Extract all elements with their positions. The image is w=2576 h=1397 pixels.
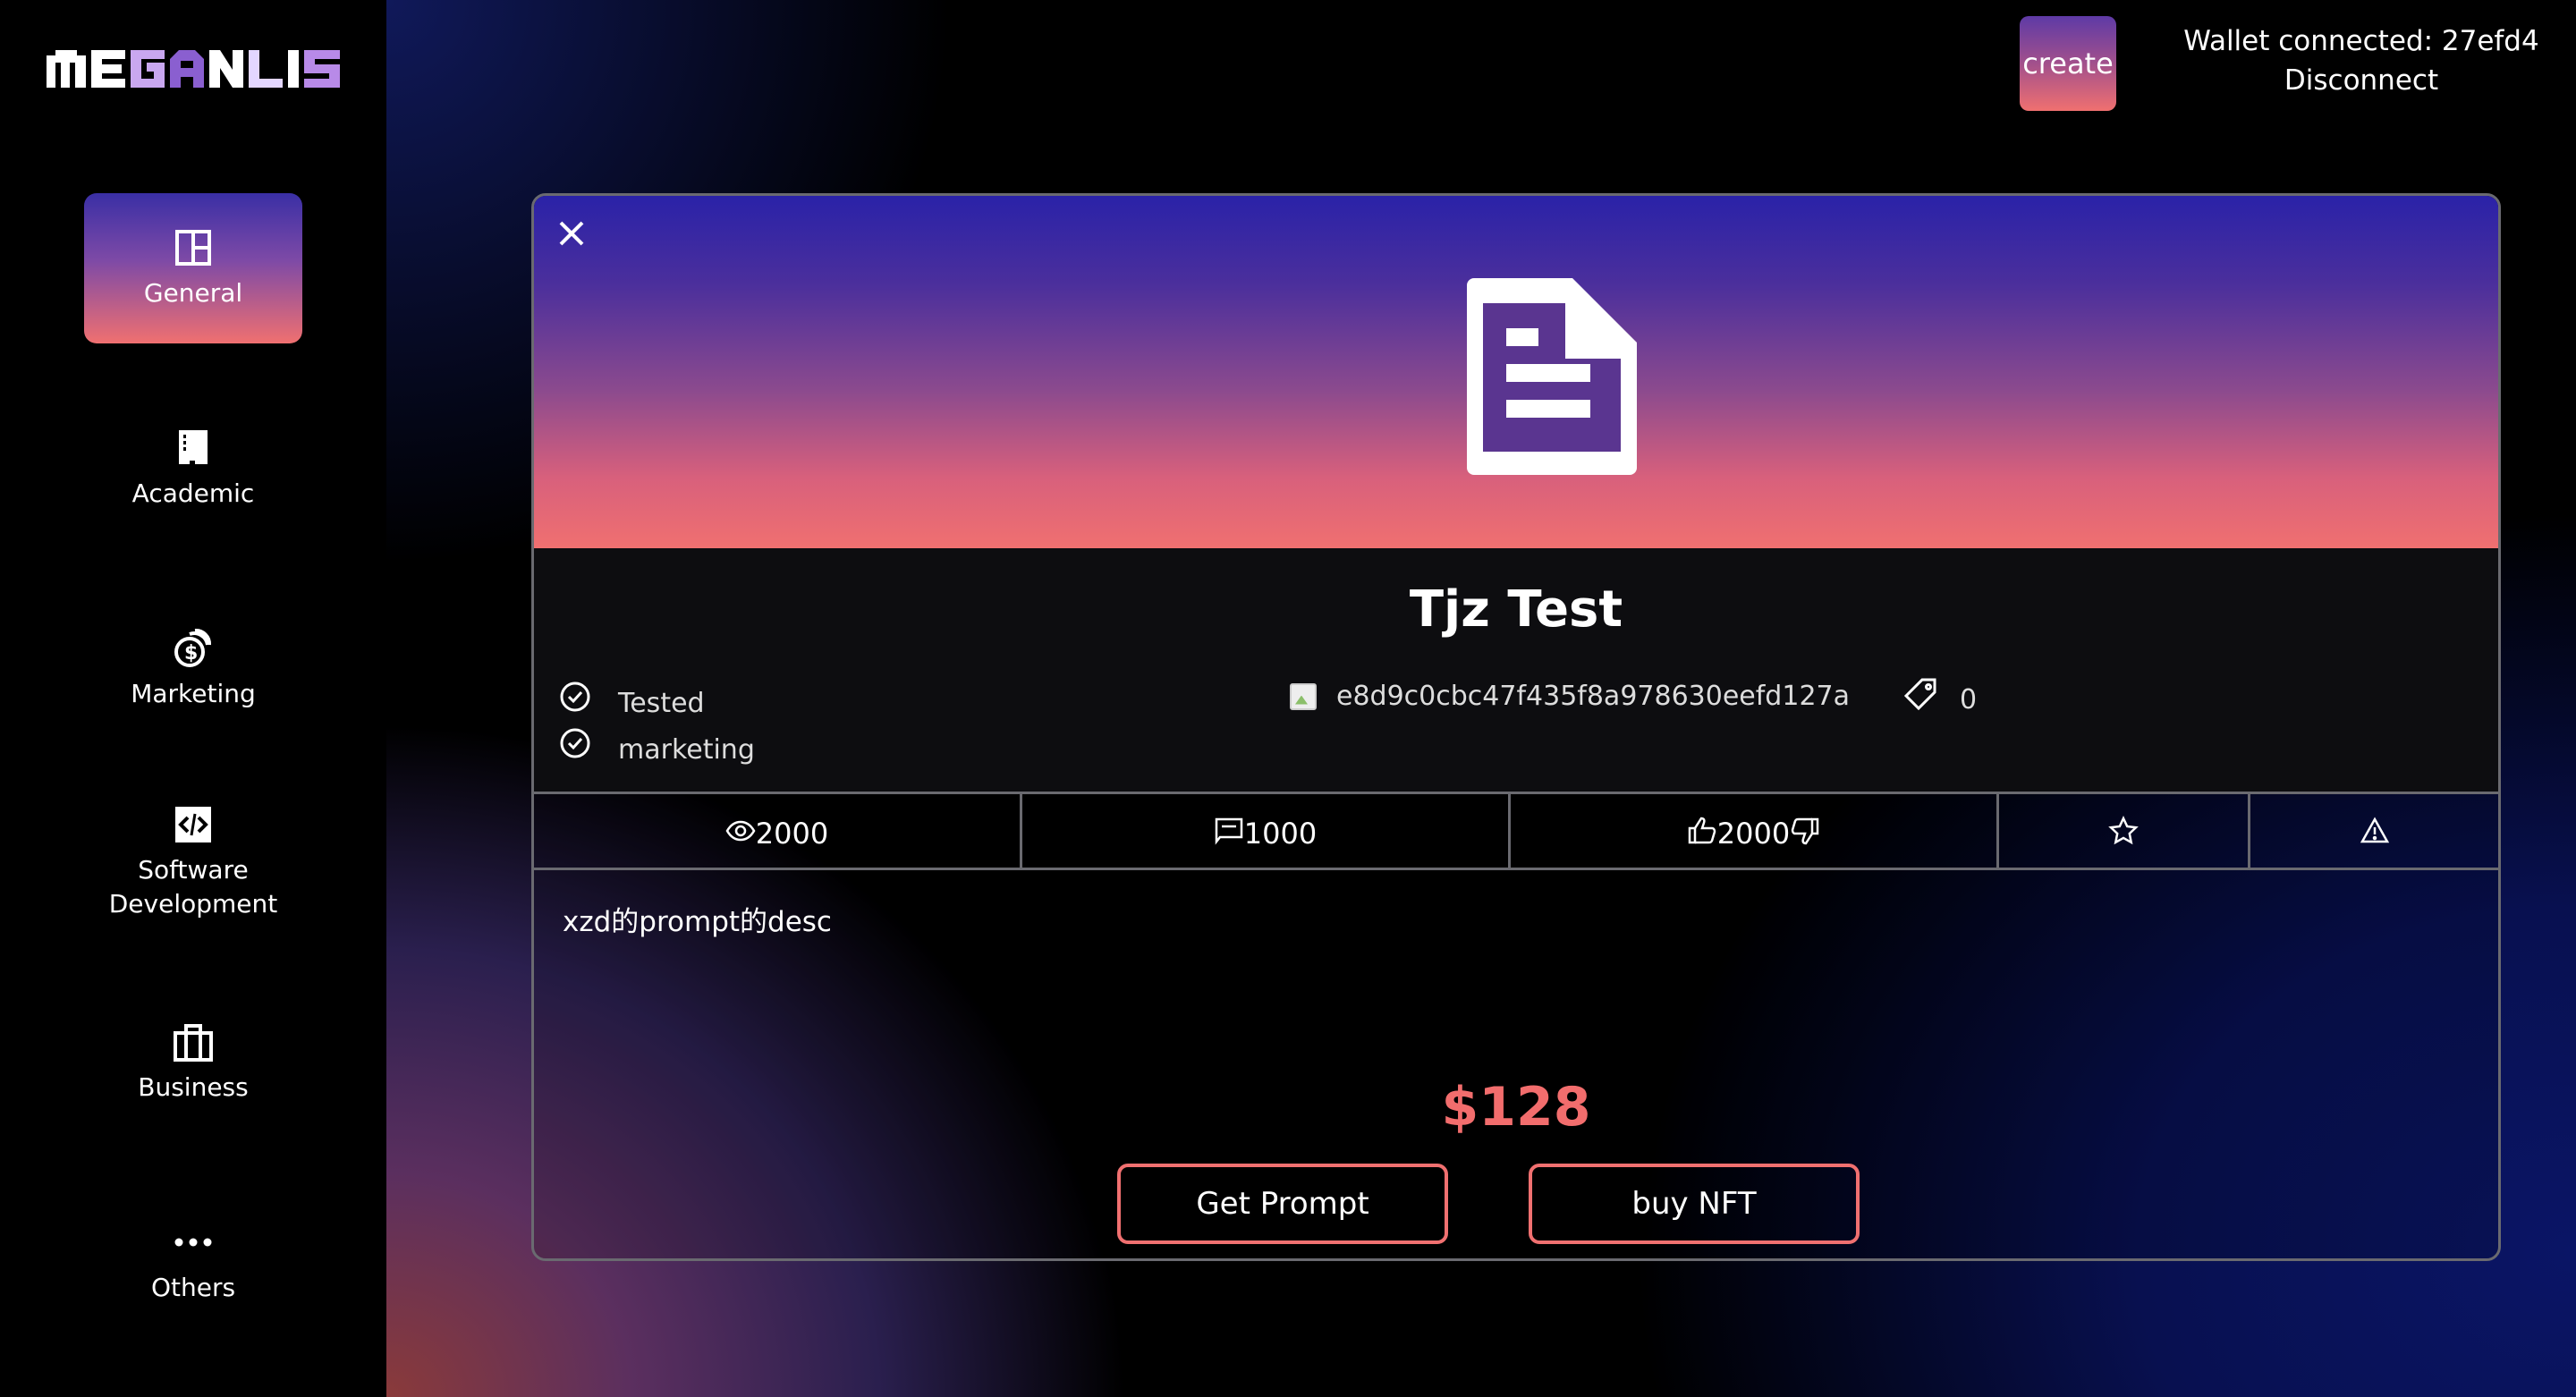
wallet-connected-text: Wallet connected: 27efd4 <box>2183 25 2539 57</box>
more-icon <box>174 1238 212 1247</box>
get-prompt-button[interactable]: Get Prompt <box>1117 1164 1448 1244</box>
comments-count: 1000 <box>1243 817 1318 851</box>
prompt-detail-modal: Tjz Test Tested marketing e8d9c0cbc47f43… <box>531 193 2501 1261</box>
star-icon <box>2108 816 2139 845</box>
prompt-title: Tjz Test <box>1409 580 1623 639</box>
views-count: 2000 <box>755 817 829 851</box>
stats-bar: 2000 1000 2000 <box>534 792 2498 870</box>
prompt-price: $128 <box>1441 1076 1591 1139</box>
favorite-button[interactable] <box>1999 794 2250 868</box>
tag-label: marketing <box>618 734 755 766</box>
eye-icon <box>725 820 756 842</box>
sidebar-item-label: General <box>143 278 243 308</box>
comments-stat[interactable]: 1000 <box>1022 794 1511 868</box>
prompt-hash: e8d9c0cbc47f435f8a978630eefd127a <box>1290 681 1850 712</box>
book-icon <box>179 430 208 468</box>
close-icon[interactable] <box>554 216 589 251</box>
document-icon <box>1467 278 1637 475</box>
prompt-description: xzd的prompt的desc <box>563 906 832 938</box>
sidebar-item-others[interactable]: Others <box>84 1188 302 1338</box>
create-button[interactable]: create <box>2020 16 2116 111</box>
check-circle-icon <box>560 682 590 711</box>
svg-text:$: $ <box>184 642 198 665</box>
briefcase-icon <box>174 1024 213 1062</box>
likes-count: 2000 <box>1716 817 1791 851</box>
tag-item: Tested <box>559 673 705 719</box>
sidebar-item-business[interactable]: Business <box>84 987 302 1138</box>
sidebar: General Academic $ Marketing Software De… <box>0 0 386 1397</box>
buy-nft-button[interactable]: buy NFT <box>1529 1164 1860 1244</box>
sidebar-item-general[interactable]: General <box>84 193 302 343</box>
sidebar-item-label: Academic <box>131 478 255 508</box>
tag-label: Tested <box>618 688 705 719</box>
sidebar-item-label: Business <box>138 1072 249 1102</box>
wallet-status: Wallet connected: 27efd4 Disconnect <box>2174 21 2549 100</box>
sidebar-item-label: Others <box>150 1273 236 1302</box>
hash-value: e8d9c0cbc47f435f8a978630eefd127a <box>1336 681 1850 712</box>
report-button[interactable] <box>2250 794 2498 868</box>
thumbs-down-icon[interactable] <box>1790 816 1820 846</box>
tag-icon <box>1903 678 1936 710</box>
views-stat[interactable]: 2000 <box>534 794 1022 868</box>
price-tag: 0 <box>1902 673 1977 715</box>
warning-icon <box>2360 817 2389 843</box>
sidebar-item-marketing[interactable]: $ Marketing <box>84 594 302 744</box>
tag-item: marketing <box>559 720 755 766</box>
broken-image-icon <box>1290 682 1317 710</box>
likes-stat[interactable]: 2000 <box>1511 794 1999 868</box>
layout-icon <box>175 230 211 266</box>
thumbs-up-icon <box>1688 817 1716 844</box>
sidebar-item-academic[interactable]: Academic <box>84 394 302 544</box>
sidebar-item-software-development[interactable]: Software Development <box>84 787 302 937</box>
prompt-info: Tjz Test Tested marketing e8d9c0cbc47f43… <box>534 548 2498 792</box>
check-circle-icon <box>560 728 590 758</box>
price-tag-count: 0 <box>1960 684 1978 715</box>
comment-icon <box>1215 817 1243 845</box>
coins-icon: $ <box>174 628 212 667</box>
hero-banner <box>534 196 2498 548</box>
logo <box>47 50 340 88</box>
sidebar-item-label: Software Development <box>108 855 278 919</box>
sidebar-item-label: Marketing <box>131 679 256 708</box>
code-icon <box>175 807 211 842</box>
disconnect-button[interactable]: Disconnect <box>2174 61 2549 100</box>
